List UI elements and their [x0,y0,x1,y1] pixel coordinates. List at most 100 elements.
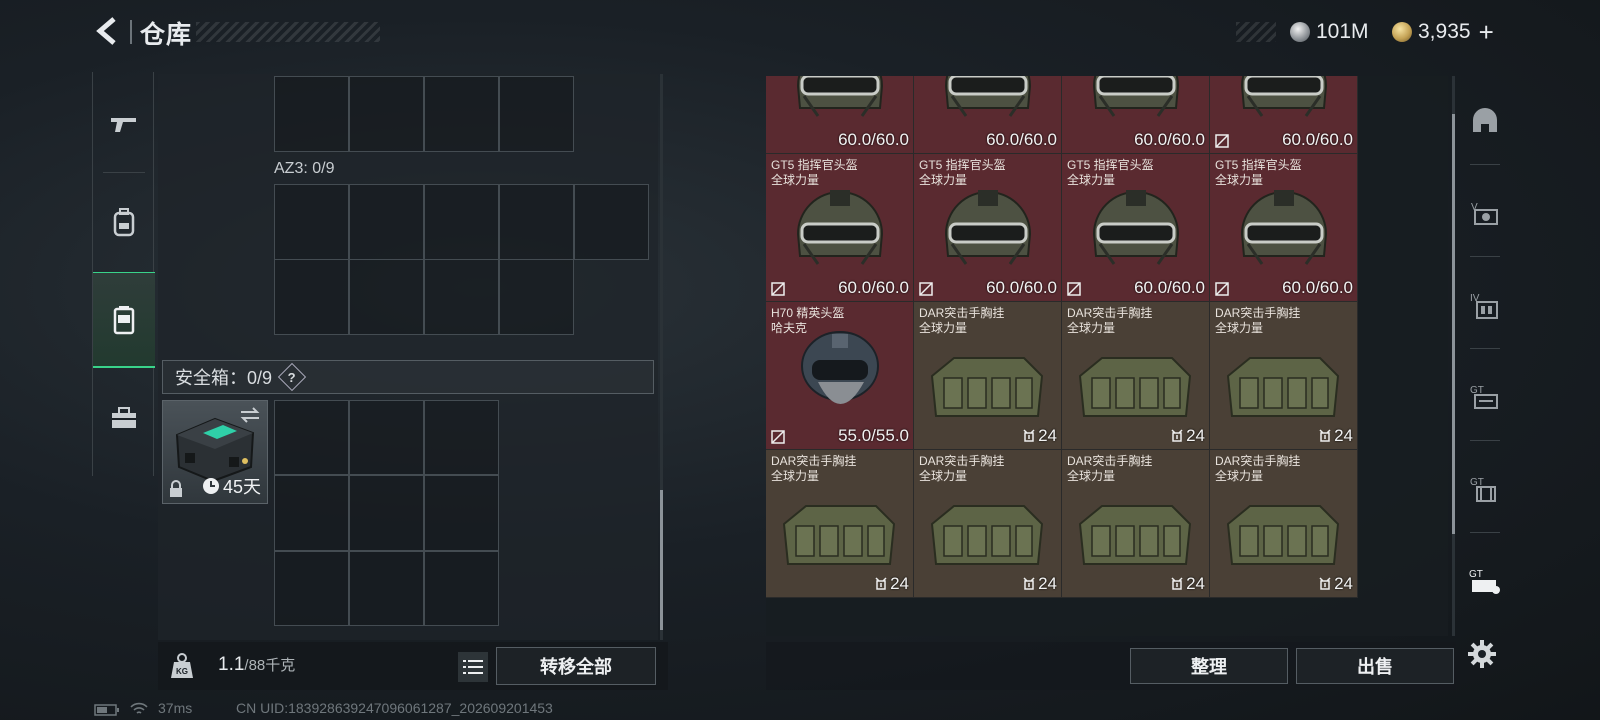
transfer-all-button[interactable]: 转移全部 [496,647,656,685]
item-name-line-1: DAR突击手胸挂 [1067,454,1153,468]
item-durability: 60.0/60.0 [838,130,909,150]
item-value-text: 60.0/60.0 [986,130,1057,149]
item-name-line-1: H70 精英头盔 [771,306,845,320]
storage-scrollbar-thumb[interactable] [1452,114,1455,534]
title-decoration [196,22,380,42]
grid-cell[interactable] [349,400,424,476]
item-name: GT5 指挥官头盔 全球力量 [1215,158,1302,188]
storage-item[interactable]: DAR突击手胸挂 全球力量 24 [1062,450,1210,598]
sell-button[interactable]: 出售 [1296,648,1454,684]
item-name-line-2: 全球力量 [1067,173,1116,187]
az3-label: AZ3: 0/9 [274,160,335,177]
grid-cell[interactable] [274,184,349,260]
storage-item[interactable]: 60.0/60.0 [914,76,1062,154]
grid-cell[interactable] [349,76,424,152]
tab-containers[interactable] [93,272,155,368]
item-name-line-1: GT5 指挥官头盔 [771,158,858,172]
storage-item[interactable]: DAR突击手胸挂 全球力量 24 [766,450,914,598]
title-separator [130,20,132,44]
list-view-button[interactable] [458,652,488,682]
storage-item[interactable]: GT5 指挥官头盔 全球力量 60.0/60.0 [766,154,914,302]
no-drop-icon [1067,282,1081,296]
grid-cell[interactable] [274,550,349,626]
storage-item[interactable]: H70 精英头盔 哈夫克 55.0/55.0 [766,302,914,450]
grid-cell[interactable] [274,259,349,335]
item-name: DAR突击手胸挂 全球力量 [771,454,856,484]
grid-cell[interactable] [274,475,349,551]
item-name: DAR突击手胸挂 全球力量 [1215,306,1300,336]
storage-item[interactable]: 60.0/60.0 [766,76,914,154]
help-button[interactable]: ? [277,362,307,392]
capacity-icon [1023,429,1035,442]
safe-box-header: 安全箱：0/9 ? [162,360,654,394]
no-drop-icon [919,282,933,296]
grid-cell[interactable] [424,475,499,551]
item-name: H70 精英头盔 哈夫克 [771,306,844,336]
capacity-icon [1171,577,1183,590]
storage-item[interactable]: DAR突击手胸挂 全球力量 24 [914,302,1062,450]
storage-item[interactable]: DAR突击手胸挂 全球力量 24 [914,450,1062,598]
filter-gt[interactable]: GT [1462,352,1508,442]
grid-cell[interactable] [274,400,349,476]
settings-gear-icon[interactable] [1466,638,1498,670]
grid-cell[interactable] [349,259,424,335]
add-currency-button[interactable]: + [1479,17,1494,48]
silver-currency: 101M [1290,18,1369,46]
grid-cell[interactable] [499,76,574,152]
storage-item[interactable]: 60.0/60.0 [1062,76,1210,154]
left-scrollbar-thumb[interactable] [660,490,663,630]
grid-cell[interactable] [424,400,499,476]
storage-item[interactable]: DAR突击手胸挂 全球力量 24 [1210,450,1358,598]
back-button[interactable] [92,14,126,48]
item-durability: 60.0/60.0 [1134,278,1205,298]
no-drop-icon [1215,134,1229,148]
grid-cell[interactable] [349,184,424,260]
grid-cell[interactable] [349,475,424,551]
tab-gear[interactable] [93,174,155,270]
item-durability: 24 [1022,426,1057,446]
item-name: GT5 指挥官头盔 全球力量 [919,158,1006,188]
item-name-line-2: 全球力量 [1215,469,1264,483]
storage-item[interactable]: DAR突击手胸挂 全球力量 24 [1210,302,1358,450]
filter-helmets[interactable] [1462,76,1508,166]
grid-cell[interactable] [424,259,499,335]
storage-item[interactable]: GT5 指挥官头盔 全球力量 60.0/60.0 [1062,154,1210,302]
item-name-line-2: 全球力量 [919,469,968,483]
grid-cell[interactable] [499,184,574,260]
svg-text:KG: KG [176,667,188,676]
capacity-icon [1319,577,1331,590]
tab-supplies[interactable] [93,370,155,466]
grid-cell[interactable] [499,259,574,335]
wifi-icon [130,702,148,714]
item-name: DAR突击手胸挂 全球力量 [1067,306,1152,336]
silver-amount: 101M [1316,20,1369,43]
storage-item[interactable]: GT5 指挥官头盔 全球力量 60.0/60.0 [1210,154,1358,302]
swap-icon[interactable] [239,407,261,423]
item-durability: 60.0/60.0 [1282,278,1353,298]
grid-cell[interactable] [424,550,499,626]
grid-cell[interactable] [274,76,349,152]
gold-coin-icon [1392,22,1412,42]
item-value-text: 24 [1334,574,1353,593]
grid-cell[interactable] [574,184,649,260]
filter-tier-v[interactable]: V [1462,168,1508,258]
item-durability: 24 [1318,574,1353,594]
grid-cell[interactable] [424,184,499,260]
safe-box-item[interactable]: 45天 [162,400,268,504]
lock-icon [170,480,182,497]
item-name-line-2: 哈夫克 [771,321,808,335]
filter-gt-vest[interactable]: GT [1462,444,1508,534]
item-durability: 60.0/60.0 [986,130,1057,150]
gt-filter-icon: GT [1470,385,1498,409]
filter-tier-iv[interactable]: IV [1462,260,1508,350]
sort-button[interactable]: 整理 [1130,648,1288,684]
item-name-line-1: DAR突击手胸挂 [771,454,857,468]
storage-item[interactable]: DAR突击手胸挂 全球力量 24 [1062,302,1210,450]
storage-item[interactable]: GT5 指挥官头盔 全球力量 60.0/60.0 [914,154,1062,302]
grid-cell[interactable] [349,550,424,626]
filter-gt-bag[interactable]: GT [1462,536,1508,626]
storage-item[interactable]: 60.0/60.0 [1210,76,1358,154]
item-value-text: 60.0/60.0 [1282,278,1353,297]
tab-weapons[interactable] [93,76,155,172]
grid-cell[interactable] [424,76,499,152]
